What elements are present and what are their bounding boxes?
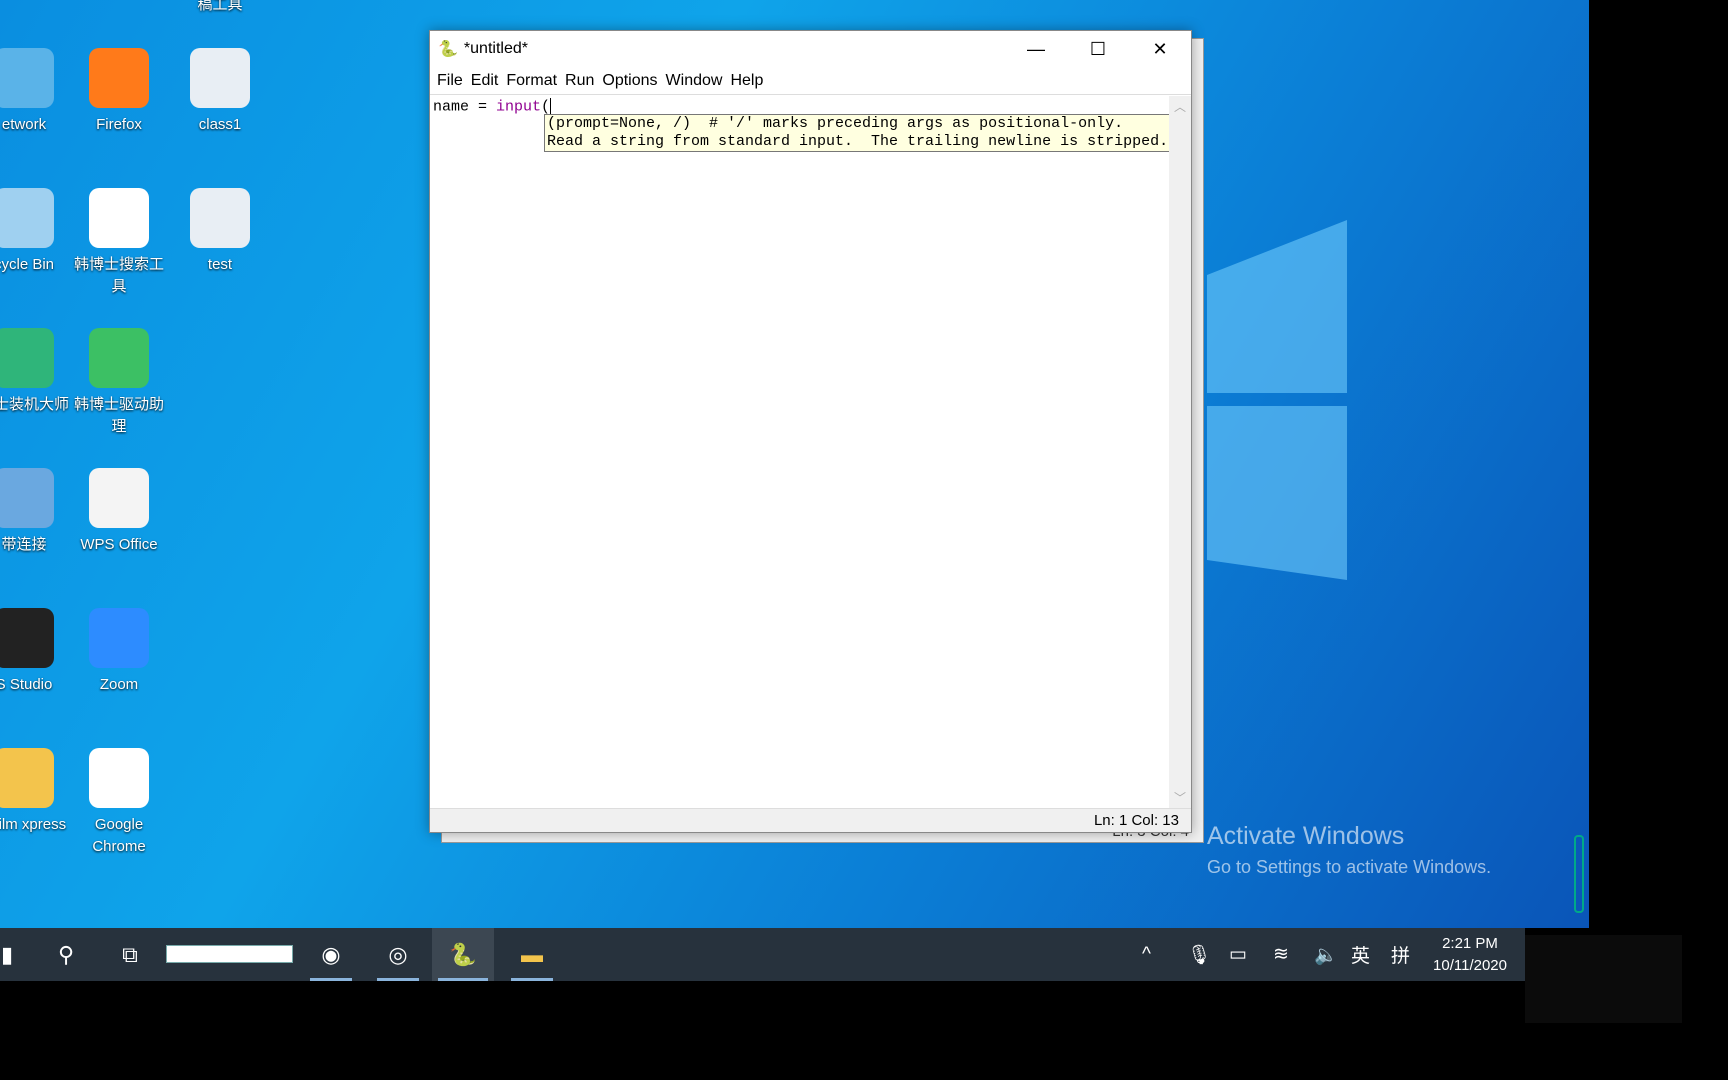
desktop-icon-label: cycle Bin [0,256,55,273]
wifi-icon[interactable]: ≋ [1273,928,1289,981]
menu-file[interactable]: File [433,72,467,90]
broadband-icon [0,468,54,528]
title-bar[interactable]: 🐍 *untitled* — ☐ ✕ [430,31,1191,67]
task-view-icon[interactable]: ⧉ [110,928,150,981]
code-paren: ( [541,98,551,116]
calltip-doc: Read a string from standard input. The t… [547,133,1169,150]
desktop-icon-label-top: 稿工具 [197,0,243,13]
python-file-icon [190,48,250,108]
taskbar-chrome-icon[interactable]: ◉ [304,928,358,981]
desktop-icon-label: 博士装机大师 [0,396,69,413]
folder-icon [0,748,54,808]
activate-windows-watermark: Activate Windows Go to Settings to activ… [1207,822,1492,877]
menu-edit[interactable]: Edit [467,72,503,90]
zoom-icon [89,608,149,668]
search-tool-icon [89,188,149,248]
desktop-icon-label: 韩博士搜索工具 [73,256,164,295]
search-icon[interactable]: ⚲ [46,928,86,981]
chrome-icon [89,748,149,808]
desktop-icon-label: Google Chrome [92,816,146,855]
calltip: (prompt=None, /) # '/' marks preceding a… [544,114,1179,152]
start-button[interactable]: ▮ [0,928,14,981]
text-caret [550,98,552,115]
driver-icon [89,328,149,388]
desktop-icon-label: Firefox [96,116,142,133]
desktop-icon-label: 韩博士驱动助理 [73,396,164,435]
desktop-icon-label: etwork [1,116,47,133]
python-file-icon [190,188,250,248]
windows-logo [1207,220,1347,580]
microphone-icon[interactable]: 🎙 [1187,928,1211,981]
installer-icon [0,328,54,388]
vertical-scrollbar[interactable]: ︿ ﹀ [1169,96,1191,808]
menu-help[interactable]: Help [726,72,767,90]
clock[interactable]: 2:21 PM 10/11/2020 [1420,933,1520,977]
code-editor[interactable]: name = input( (prompt=None, /) # '/' mar… [430,96,1179,808]
ime-mode[interactable]: 拼 [1391,928,1410,981]
menu-run[interactable]: Run [561,72,598,90]
maximize-button[interactable]: ☐ [1067,31,1129,67]
battery-icon[interactable]: ▭ [1229,928,1247,981]
desktop-icon-label: WPS Office [80,536,158,553]
menu-window[interactable]: Window [662,72,727,90]
firefox-icon [89,48,149,108]
desktop-icon-label: S Studio [0,676,53,693]
close-button[interactable]: ✕ [1129,31,1191,67]
desktop-icon[interactable]: itFilm xpress [0,748,72,836]
desktop-icon[interactable]: cycle Bin [0,188,72,276]
scroll-down-icon[interactable]: ﹀ [1169,789,1191,806]
network-icon [0,48,54,108]
volume-icon[interactable]: 🔈 [1314,928,1338,981]
taskbar-obs-icon[interactable]: ◎ [371,928,425,981]
menu-options[interactable]: Options [598,72,661,90]
desktop-icon[interactable]: S Studio [0,608,72,696]
taskbar-file-explorer-icon[interactable]: ▬ [505,928,559,981]
ime-language[interactable]: 英 [1351,928,1370,981]
scroll-up-icon[interactable]: ︿ [1169,98,1191,115]
volume-indicator [1574,835,1584,913]
obs-icon [0,608,54,668]
status-bar: Ln: 1 Col: 13 [430,808,1191,832]
taskbar-search-input[interactable] [166,945,293,963]
desktop-icon[interactable]: Google Chrome [71,748,167,858]
desktop-icon-label: class1 [198,116,242,133]
desktop-icon-label: test [207,256,233,273]
desktop-icon[interactable]: WPS Office [71,468,167,556]
menu-bar: File Edit Format Run Options Window Help [430,67,1191,95]
python-icon: 🐍 [438,41,458,58]
file-icon [89,468,149,528]
desktop-icon[interactable]: test [172,188,268,276]
desktop-icon-label: 带连接 [1,536,47,553]
menu-format[interactable]: Format [502,72,561,90]
dark-overlay [1525,935,1682,1023]
desktop-icon[interactable]: 博士装机大师 [0,328,72,416]
desktop-icon[interactable]: etwork [0,48,72,136]
desktop-icon-label: itFilm xpress [0,816,67,833]
taskbar: ▮ ⚲ ⧉ ◉ ◎ 🐍 ▬ ^ 🎙 ▭ ≋ 🔈 英 拼 2:21 PM 10/11… [0,928,1525,981]
minimize-button[interactable]: — [1005,31,1067,67]
idle-editor-window: 🐍 *untitled* — ☐ ✕ File Edit Format Run … [429,30,1192,833]
calltip-signature: (prompt=None, /) # '/' marks preceding a… [547,115,1124,132]
desktop-icon[interactable]: 韩博士搜索工具 [71,188,167,298]
window-title: *untitled* [463,40,528,57]
taskbar-idle-icon[interactable]: 🐍 [432,928,494,981]
desktop-icon[interactable]: Firefox [71,48,167,136]
code-builtin: input [496,98,542,116]
desktop-icon[interactable]: class1 [172,48,268,136]
desktop-icon-label: Zoom [99,676,139,693]
desktop-icon[interactable]: 韩博士驱动助理 [71,328,167,438]
desktop-icon[interactable]: 带连接 [0,468,72,556]
desktop-icon[interactable]: Zoom [71,608,167,696]
show-hidden-icons[interactable]: ^ [1142,928,1151,981]
recycle-bin-icon [0,188,54,248]
code-text: name = [433,98,497,116]
